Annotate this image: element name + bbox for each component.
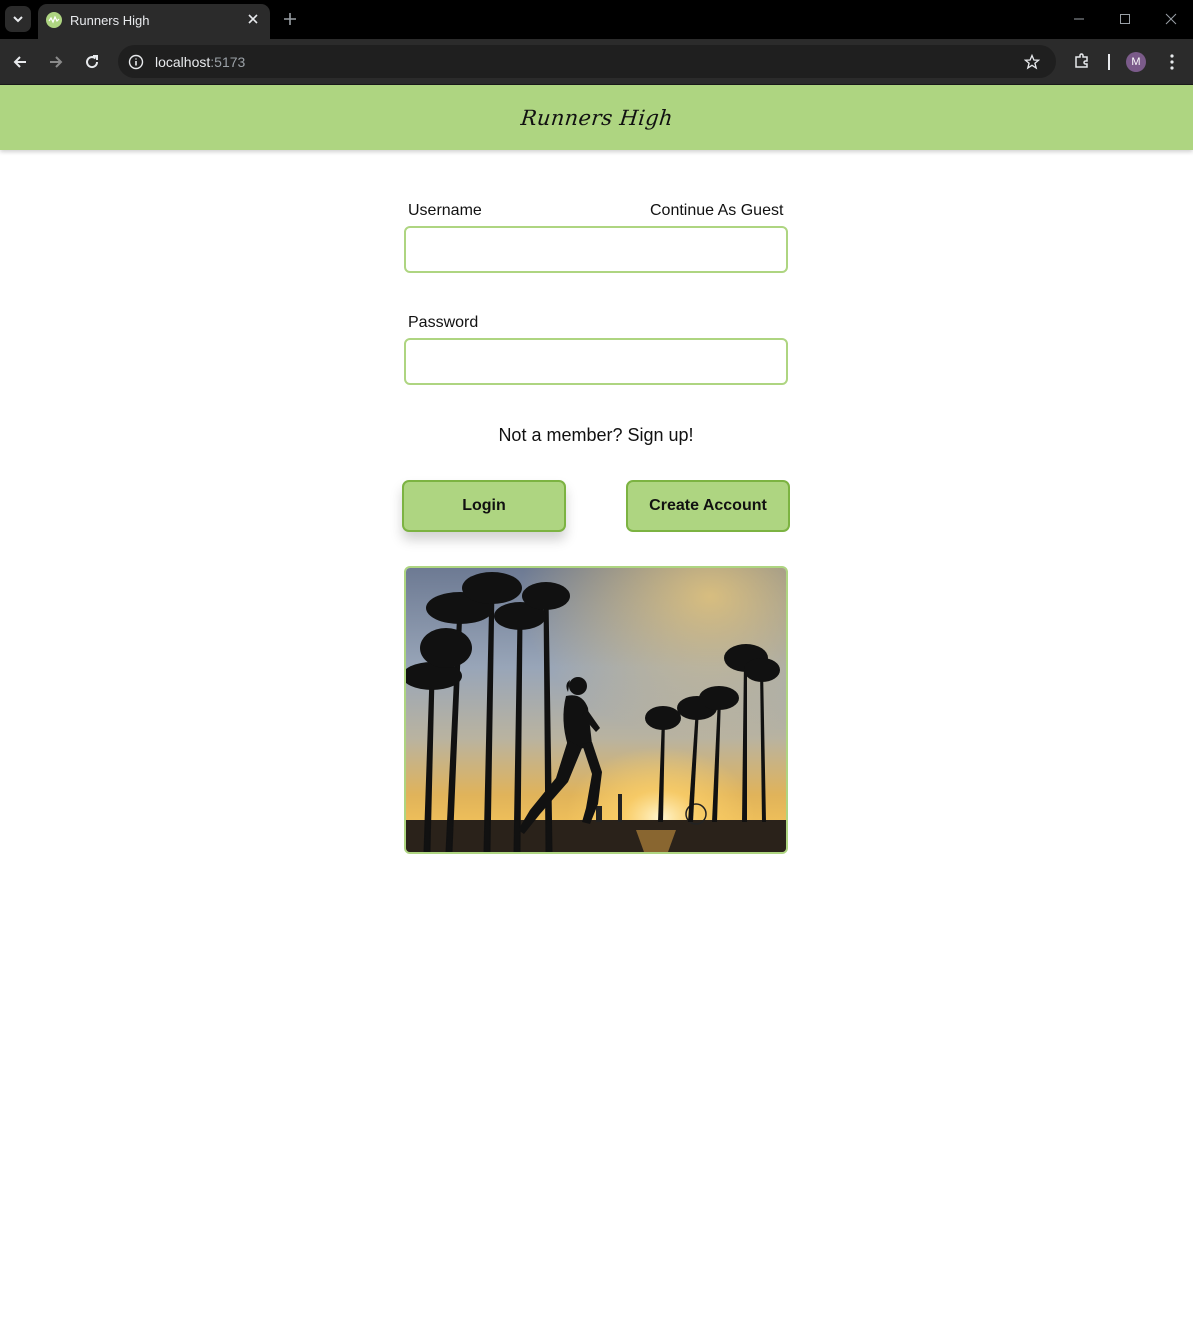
url-port: :5173 [210,54,246,70]
create-account-button[interactable]: Create Account [626,480,790,532]
profile-avatar[interactable]: M [1126,52,1146,72]
password-input[interactable] [404,338,788,385]
toolbar-divider [1108,54,1110,70]
url-host: localhost [155,54,211,70]
runner-sunset-illustration [406,568,786,852]
site-title: Runners High [519,105,674,130]
forward-arrow-icon[interactable] [44,50,68,74]
signup-prompt[interactable]: Not a member? Sign up! [404,425,788,446]
site-header: Runners High [0,85,1193,150]
browser-tab[interactable]: Runners High [38,4,270,39]
favicon-icon [46,12,62,28]
close-tab-icon[interactable] [244,10,262,28]
maximize-icon[interactable] [1115,9,1135,29]
username-input[interactable] [404,226,788,273]
browser-tab-bar: Runners High [0,0,1193,39]
back-arrow-icon[interactable] [8,50,32,74]
url-text: localhost:5173 [155,54,245,70]
minimize-icon[interactable] [1069,9,1089,29]
new-tab-icon[interactable] [280,9,300,29]
password-label: Password [408,314,479,331]
login-button[interactable]: Login [402,480,566,532]
browser-toolbar: localhost:5173 M [0,39,1193,85]
close-window-icon[interactable] [1161,9,1181,29]
extensions-puzzle-icon[interactable] [1071,50,1093,72]
address-bar[interactable]: localhost:5173 [118,45,1056,78]
tab-search-button[interactable] [5,6,31,32]
reload-icon[interactable] [80,50,104,74]
bookmark-star-icon[interactable] [1022,52,1042,72]
tab-title: Runners High [70,13,150,28]
continue-as-guest-link[interactable]: Continue As Guest [650,202,783,220]
kebab-menu-icon[interactable] [1162,50,1182,74]
chevron-down-icon [13,16,23,23]
hero-image [404,566,788,854]
username-label: Username [408,202,482,219]
site-info-icon[interactable] [126,52,145,71]
page-content: Runners High Username Continue As Guest … [0,85,1193,1331]
